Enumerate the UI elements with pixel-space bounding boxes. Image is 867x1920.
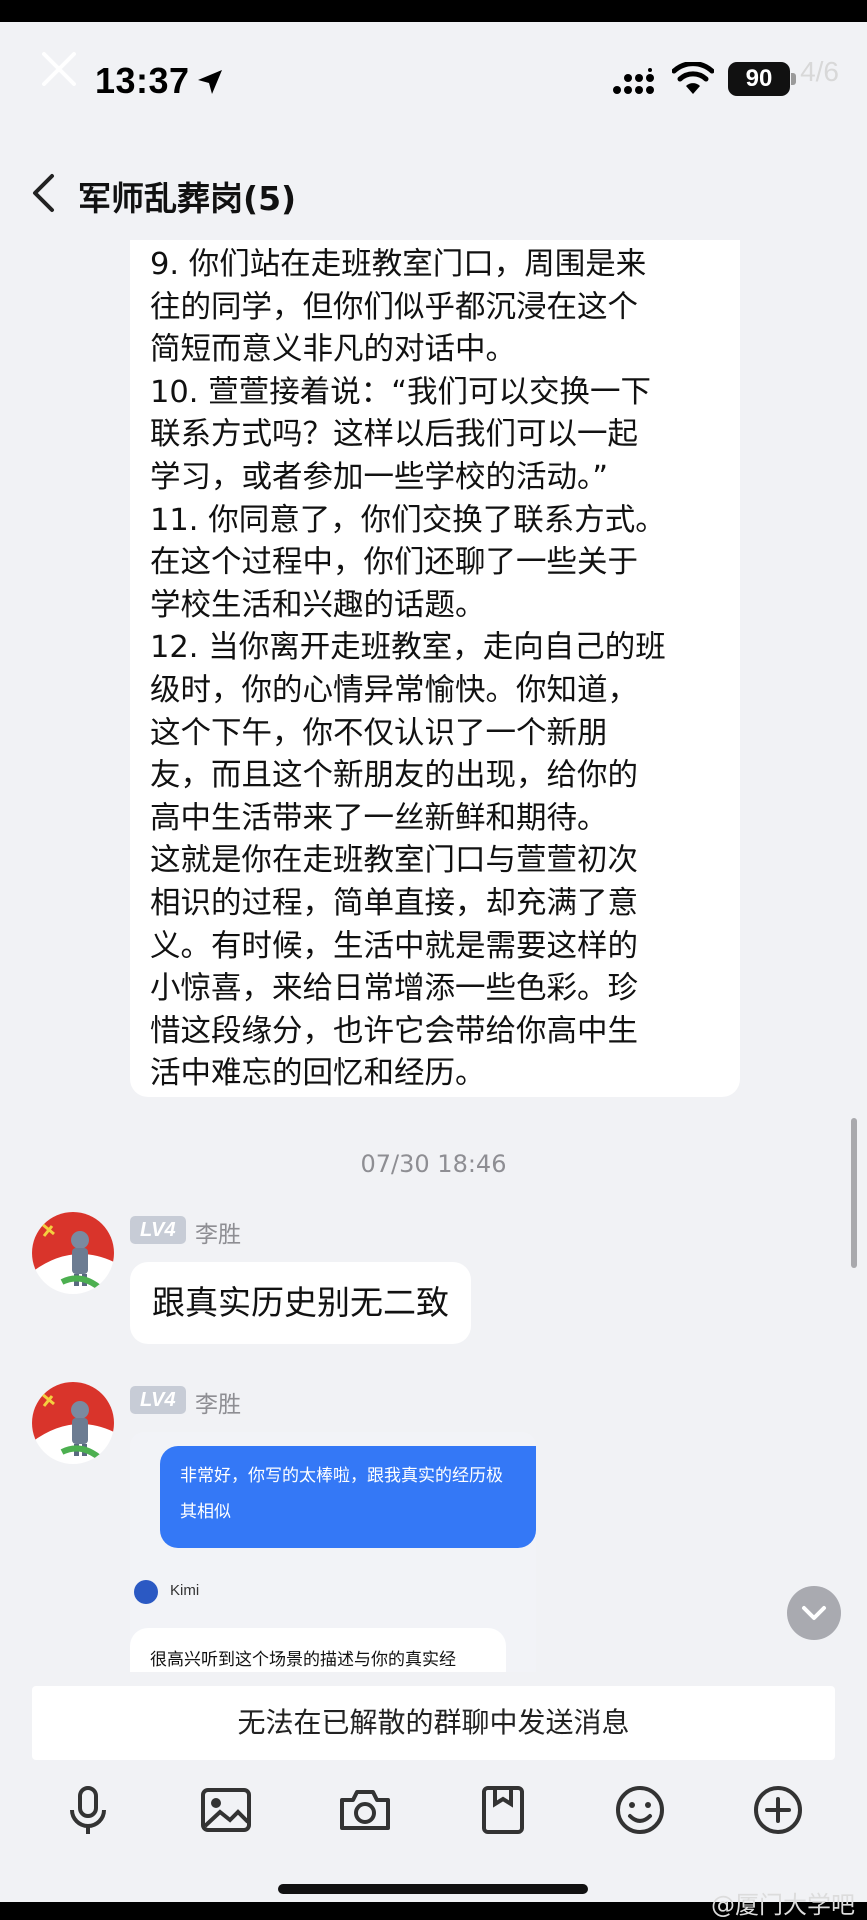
level-badge: LV4: [130, 1216, 186, 1244]
input-area: 无法在已解散的群聊中发送消息: [0, 1672, 867, 1902]
battery-tip: [791, 73, 796, 85]
status-time: 13:37: [95, 60, 190, 101]
avatar[interactable]: [32, 1382, 114, 1464]
chat-screen: 13:37 90 4/6 军师乱葬岗(5) 9. 你们站在走班教室门口，周围是来…: [0, 22, 867, 1902]
disabled-input-notice: 无法在已解散的群聊中发送消息: [32, 1686, 835, 1760]
sender-name[interactable]: 李胜: [195, 1385, 241, 1419]
wifi-icon: [672, 62, 714, 94]
avatar-flag-icon: [32, 1212, 114, 1293]
location-arrow-icon: [198, 70, 222, 94]
message-bubble-long-text[interactable]: 9. 你们站在走班教室门口，周围是来 往的同学，但你们似乎都沉浸在这个 简短而意…: [130, 240, 740, 1097]
scroll-to-bottom-button[interactable]: [787, 1586, 841, 1640]
microphone-icon[interactable]: [60, 1782, 116, 1838]
chevron-down-icon: [802, 1606, 826, 1620]
screenshot-bot-name: Kimi: [170, 1582, 200, 1599]
home-indicator[interactable]: [278, 1884, 588, 1894]
camera-icon[interactable]: [337, 1782, 393, 1838]
screenshot-bot-reply: 很高兴听到这个场景的描述与你的真实经: [130, 1628, 506, 1672]
avatar-flag-icon: [32, 1382, 114, 1463]
kimi-logo-icon: [134, 1580, 158, 1604]
message-bubble-text[interactable]: 跟真实历史别无二致: [130, 1262, 471, 1344]
close-icon[interactable]: [40, 50, 78, 88]
watermark: @厦门大学吧: [711, 1891, 855, 1919]
status-bar: 13:37 90 4/6: [0, 22, 867, 132]
message-timestamp: 07/30 18:46: [360, 1150, 507, 1178]
navigation-bar: 军师乱葬岗(5): [0, 132, 867, 240]
battery-indicator: 90: [728, 62, 790, 96]
image-message[interactable]: 非常好，你写的太棒啦，跟我真实的经历极其相似 Kimi 很高兴听到这个场景的描述…: [130, 1432, 536, 1672]
file-icon[interactable]: [475, 1782, 531, 1838]
screenshot-user-bubble: 非常好，你写的太棒啦，跟我真实的经历极其相似: [160, 1446, 536, 1548]
cellular-signal-icon: [613, 68, 654, 94]
back-chevron-icon[interactable]: [30, 172, 56, 214]
chat-title: 军师乱葬岗(5): [78, 179, 297, 218]
image-icon[interactable]: [198, 1782, 254, 1838]
avatar[interactable]: [32, 1212, 114, 1294]
message-list[interactable]: 9. 你们站在走班教室门口，周围是来 往的同学，但你们似乎都沉浸在这个 简短而意…: [0, 240, 867, 1672]
level-badge: LV4: [130, 1386, 186, 1414]
emoji-icon[interactable]: [612, 1782, 668, 1838]
sender-name[interactable]: 李胜: [195, 1215, 241, 1249]
page-counter: 4/6: [800, 56, 839, 87]
plus-icon[interactable]: [750, 1782, 806, 1838]
scrollbar-thumb[interactable]: [851, 1118, 857, 1268]
